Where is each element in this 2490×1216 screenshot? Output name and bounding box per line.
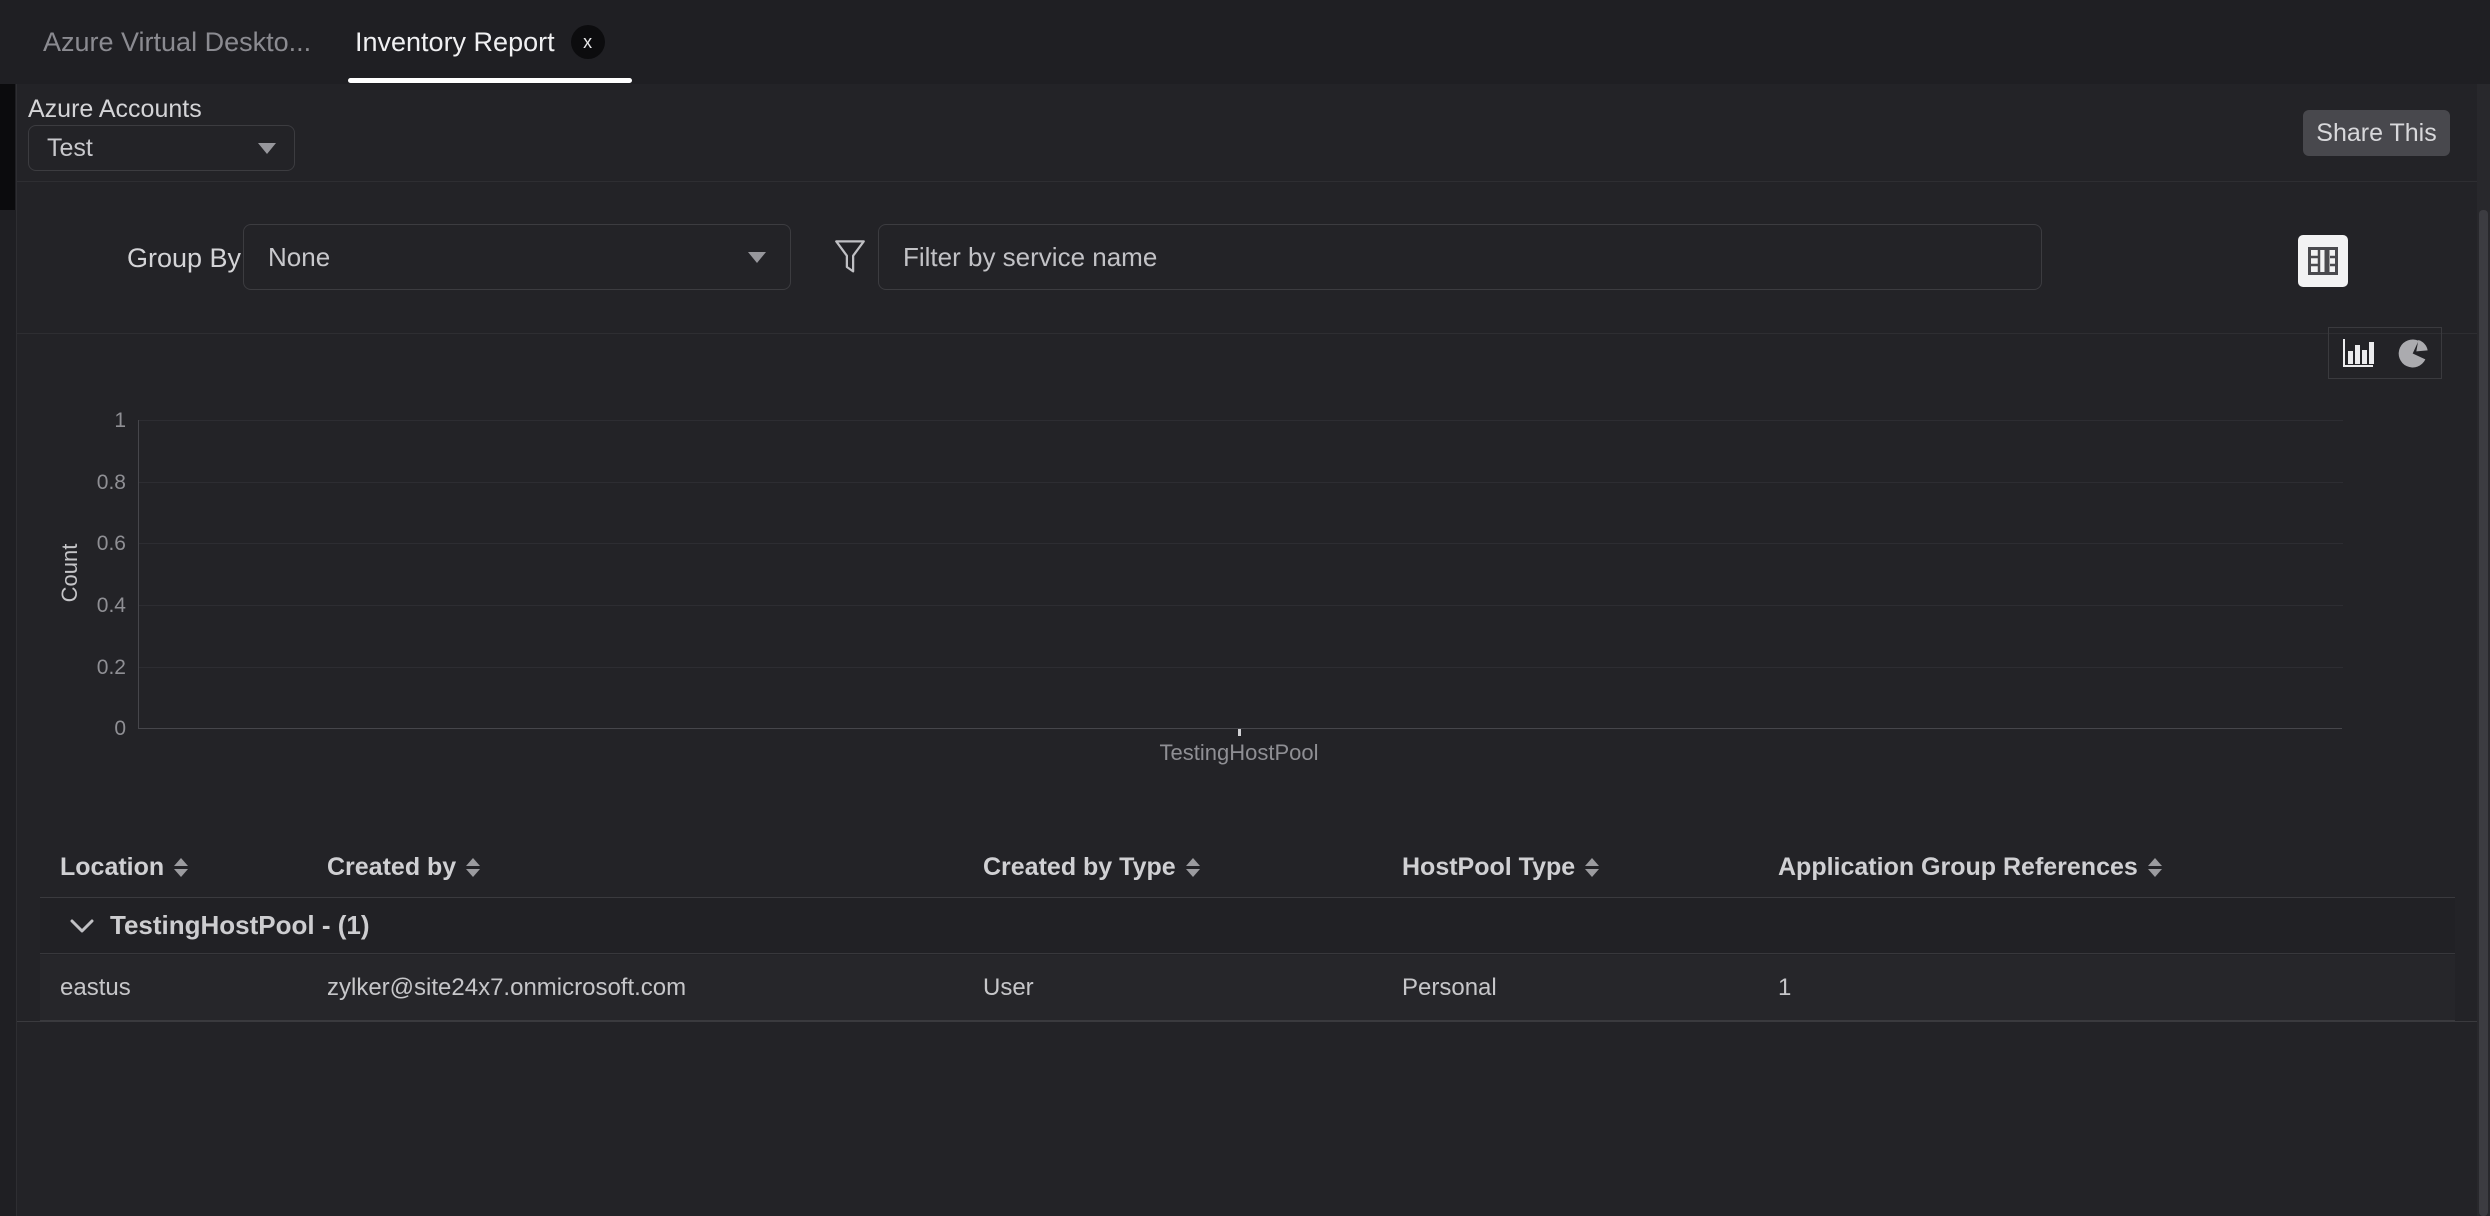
cell-created-by-type: User <box>983 974 1402 1002</box>
chart-type-toggle-group <box>2328 327 2442 379</box>
x-category-label: TestingHostPool <box>1089 740 1389 766</box>
scrollbar-thumb[interactable] <box>2479 210 2488 1216</box>
group-by-selected: None <box>268 242 330 273</box>
chevron-down-icon <box>748 252 766 263</box>
row-bottom-border <box>17 1021 2477 1022</box>
sort-icon <box>466 858 480 877</box>
gridline <box>139 543 2343 544</box>
column-header-created-by-type[interactable]: Created by Type <box>983 853 1390 882</box>
gridline <box>139 420 2343 421</box>
tab-label: Inventory Report <box>355 27 555 58</box>
tab-azure-virtual-desktop[interactable]: Azure Virtual Deskto... <box>43 0 311 84</box>
tab-label: Azure Virtual Deskto... <box>43 27 311 58</box>
section-divider <box>17 181 2477 182</box>
column-header-hostpool-type[interactable]: HostPool Type <box>1402 853 1766 882</box>
y-tick: 0.8 <box>26 471 126 495</box>
group-by-select[interactable]: None <box>243 224 791 290</box>
column-header-application-group-references[interactable]: Application Group References <box>1778 853 2443 882</box>
funnel-icon <box>835 240 865 279</box>
y-tick: 0.2 <box>26 656 126 680</box>
table-header-row: Location Created by Created by Type Host… <box>40 838 2455 897</box>
gridline <box>139 667 2343 668</box>
close-icon: x <box>583 32 592 53</box>
tab-bar: Azure Virtual Deskto... Inventory Report… <box>0 0 2490 84</box>
sort-icon <box>174 858 188 877</box>
table-grid-icon <box>2308 247 2338 275</box>
sort-icon <box>1585 858 1599 877</box>
sort-icon <box>2148 858 2162 877</box>
azure-accounts-label: Azure Accounts <box>28 95 202 124</box>
y-tick: 0.6 <box>26 532 126 556</box>
azure-accounts-selected: Test <box>47 134 93 163</box>
x-tick-mark <box>1238 729 1241 736</box>
tab-inventory-report[interactable]: Inventory Report x <box>355 0 605 84</box>
cell-hostpool-type: Personal <box>1402 974 1778 1002</box>
table-group-row[interactable]: TestingHostPool - (1) <box>40 898 2455 954</box>
active-tab-underline <box>348 78 632 83</box>
group-by-label: Group By <box>127 243 241 274</box>
cell-application-group-references: 1 <box>1778 974 2455 1002</box>
table-view-button[interactable] <box>2298 235 2348 287</box>
chevron-down-icon[interactable] <box>70 919 94 933</box>
cell-created-by: zylker@site24x7.onmicrosoft.com <box>327 974 983 1002</box>
y-tick: 0 <box>26 717 126 741</box>
y-axis-line <box>138 420 139 729</box>
chevron-down-icon <box>258 143 276 154</box>
gridline <box>139 482 2343 483</box>
column-header-location[interactable]: Location <box>60 853 315 882</box>
y-tick: 0.4 <box>26 594 126 618</box>
group-row-label: TestingHostPool - (1) <box>110 910 370 941</box>
table-row: eastus zylker@site24x7.onmicrosoft.com U… <box>40 955 2455 1021</box>
share-this-button[interactable]: Share This <box>2303 110 2450 156</box>
y-tick: 1 <box>26 409 126 433</box>
gridline <box>139 605 2343 606</box>
service-filter-input[interactable] <box>878 224 2042 290</box>
pie-chart-icon[interactable] <box>2398 337 2430 369</box>
left-gutter <box>0 84 17 1216</box>
bar-chart-icon[interactable] <box>2341 337 2375 369</box>
left-gutter-dark-strip <box>0 84 15 210</box>
cell-location: eastus <box>40 974 327 1002</box>
column-header-created-by[interactable]: Created by <box>327 853 971 882</box>
azure-accounts-select[interactable]: Test <box>28 125 295 171</box>
close-tab-button[interactable]: x <box>571 25 605 59</box>
sort-icon <box>1186 858 1200 877</box>
section-divider <box>17 333 2477 334</box>
